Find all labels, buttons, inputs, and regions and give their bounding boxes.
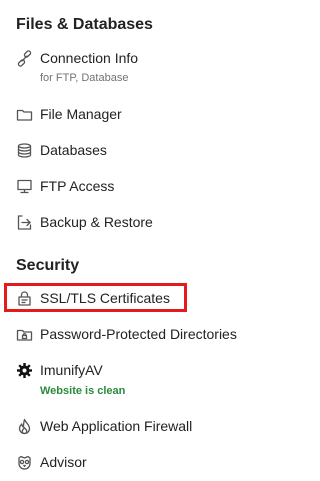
sidebar-item-file-manager[interactable]: File Manager <box>16 103 122 125</box>
sidebar-item-backup-restore[interactable]: Backup & Restore <box>16 211 153 233</box>
sidebar-item-password-protected-directories[interactable]: Password-Protected Directories <box>16 323 237 345</box>
sidebar-item-ftp-access[interactable]: FTP Access <box>16 175 114 197</box>
backup-icon <box>16 214 33 231</box>
advisor-owl-icon <box>16 454 33 471</box>
sidebar-item-label: Connection Info <box>40 50 139 66</box>
imunify-gear-icon <box>16 362 33 379</box>
link-icon <box>16 49 33 67</box>
sidebar-item-advisor[interactable]: Advisor <box>16 451 87 473</box>
firewall-flame-icon <box>16 418 33 435</box>
sidebar-item-label: Web Application Firewall <box>40 418 193 434</box>
sidebar-item-imunifyav[interactable]: ImunifyAV <box>16 359 103 381</box>
sidebar-item-label: Password-Protected Directories <box>40 326 237 342</box>
section-title-files-databases: Files & Databases <box>16 16 153 33</box>
ftp-monitor-icon <box>16 178 33 195</box>
sidebar-item-ssl-tls-certificates[interactable]: SSL/TLS Certificates <box>16 287 170 309</box>
sidebar-item-label: Backup & Restore <box>40 214 153 230</box>
sidebar-item-label: Advisor <box>40 454 87 470</box>
sidebar-item-label: ImunifyAV <box>40 362 103 378</box>
sidebar-item-label: Databases <box>40 142 107 158</box>
sidebar-item-label: FTP Access <box>40 178 115 194</box>
sidebar-item-label: SSL/TLS Certificates <box>40 290 170 306</box>
locked-folder-icon <box>16 326 33 343</box>
sidebar-item-databases[interactable]: Databases <box>16 139 107 161</box>
database-icon <box>16 142 33 159</box>
imunifyav-status: Website is clean <box>40 385 126 397</box>
sidebar-item-connection-info[interactable]: Connection Info <box>16 47 138 69</box>
sidebar-item-label: File Manager <box>40 106 122 122</box>
connection-info-subtitle: for FTP, Database <box>40 72 129 84</box>
sidebar-item-web-application-firewall[interactable]: Web Application Firewall <box>16 415 192 437</box>
certificate-lock-icon <box>16 290 33 307</box>
folder-icon <box>16 106 33 123</box>
section-title-security: Security <box>16 257 80 274</box>
